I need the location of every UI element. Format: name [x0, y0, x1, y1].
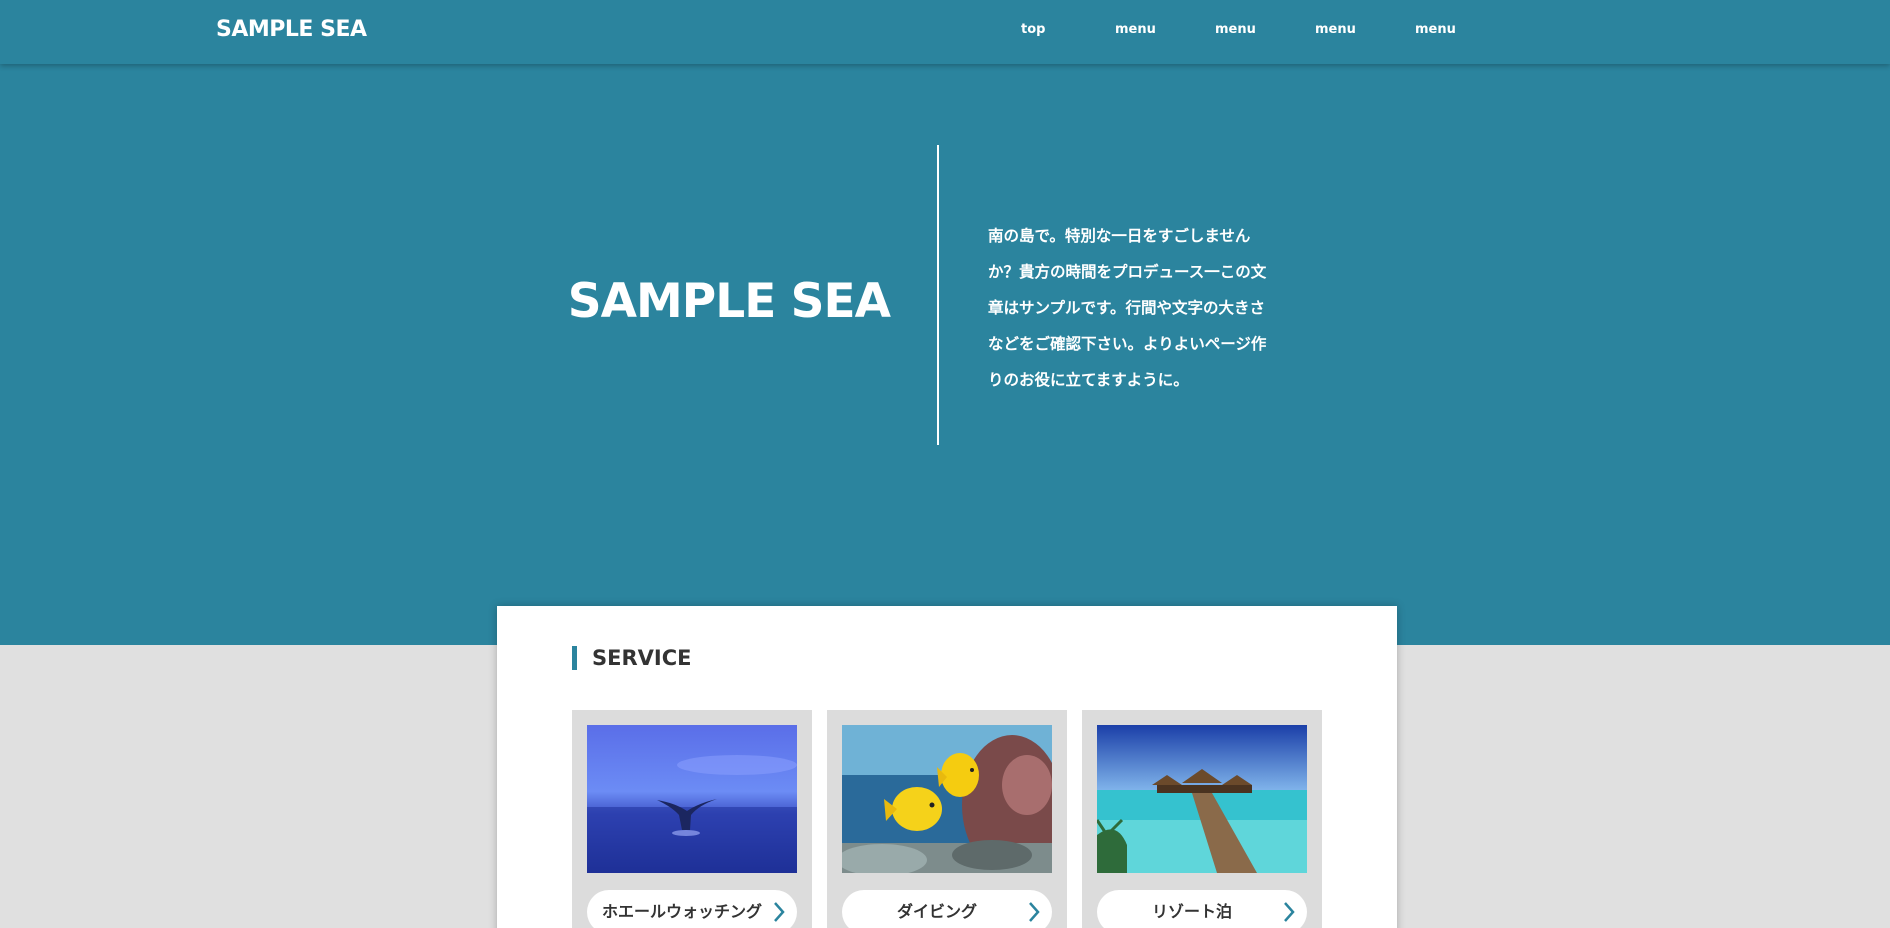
service-card: SERVICE ホエールウォッチング ダイビング リゾート泊 [497, 606, 1397, 928]
hero-description-line: りのお役に立てますように。 [988, 371, 1189, 389]
whale-tail-photo [587, 725, 797, 873]
nav-item-menu-4[interactable]: menu [1415, 22, 1456, 37]
hero-section: SAMPLE SEA 南の島で。特別な一日をすごしません か？貴方の時間をプロデ… [0, 64, 1890, 645]
service-item-resort-stay: リゾート泊 [1082, 710, 1322, 928]
chevron-right-icon [1284, 902, 1295, 922]
whale-watching-button[interactable]: ホエールウォッチング [587, 890, 797, 928]
resort-stay-button[interactable]: リゾート泊 [1097, 890, 1307, 928]
nav-item-menu-1[interactable]: menu [1115, 22, 1156, 37]
hero-description-line: 章はサンプルです。行間や文字の大きさ [988, 299, 1265, 317]
section-title-service: SERVICE [572, 646, 691, 670]
service-item-diving: ダイビング [827, 710, 1067, 928]
service-label: リゾート泊 [1151, 902, 1232, 921]
service-label: ホエールウォッチング [601, 902, 762, 921]
main-nav: top menu menu menu menu [0, 22, 1890, 42]
hero-description-line: などをご確認下さい。よりよいページ作 [988, 335, 1267, 353]
site-header: SAMPLE SEA top menu menu menu menu [0, 0, 1890, 64]
hero-description: 南の島で。特別な一日をすごしません か？貴方の時間をプロデュース一この文 章はサ… [988, 218, 1288, 398]
diving-button[interactable]: ダイビング [842, 890, 1052, 928]
chevron-right-icon [1029, 902, 1040, 922]
nav-item-menu-2[interactable]: menu [1215, 22, 1256, 37]
hero-title: SAMPLE SEA [567, 274, 891, 329]
chevron-right-icon [774, 902, 785, 922]
overwater-bungalow-photo [1097, 725, 1307, 873]
hero-description-line: 南の島で。特別な一日をすごしません [988, 227, 1251, 245]
service-label: ダイビング [896, 902, 977, 921]
nav-item-menu-3[interactable]: menu [1315, 22, 1356, 37]
tropical-fish-photo [842, 725, 1052, 873]
service-item-whale-watching: ホエールウォッチング [572, 710, 812, 928]
nav-item-top[interactable]: top [1021, 22, 1045, 37]
hero-description-line: か？貴方の時間をプロデュース一この文 [988, 263, 1267, 281]
hero-divider [937, 145, 939, 445]
